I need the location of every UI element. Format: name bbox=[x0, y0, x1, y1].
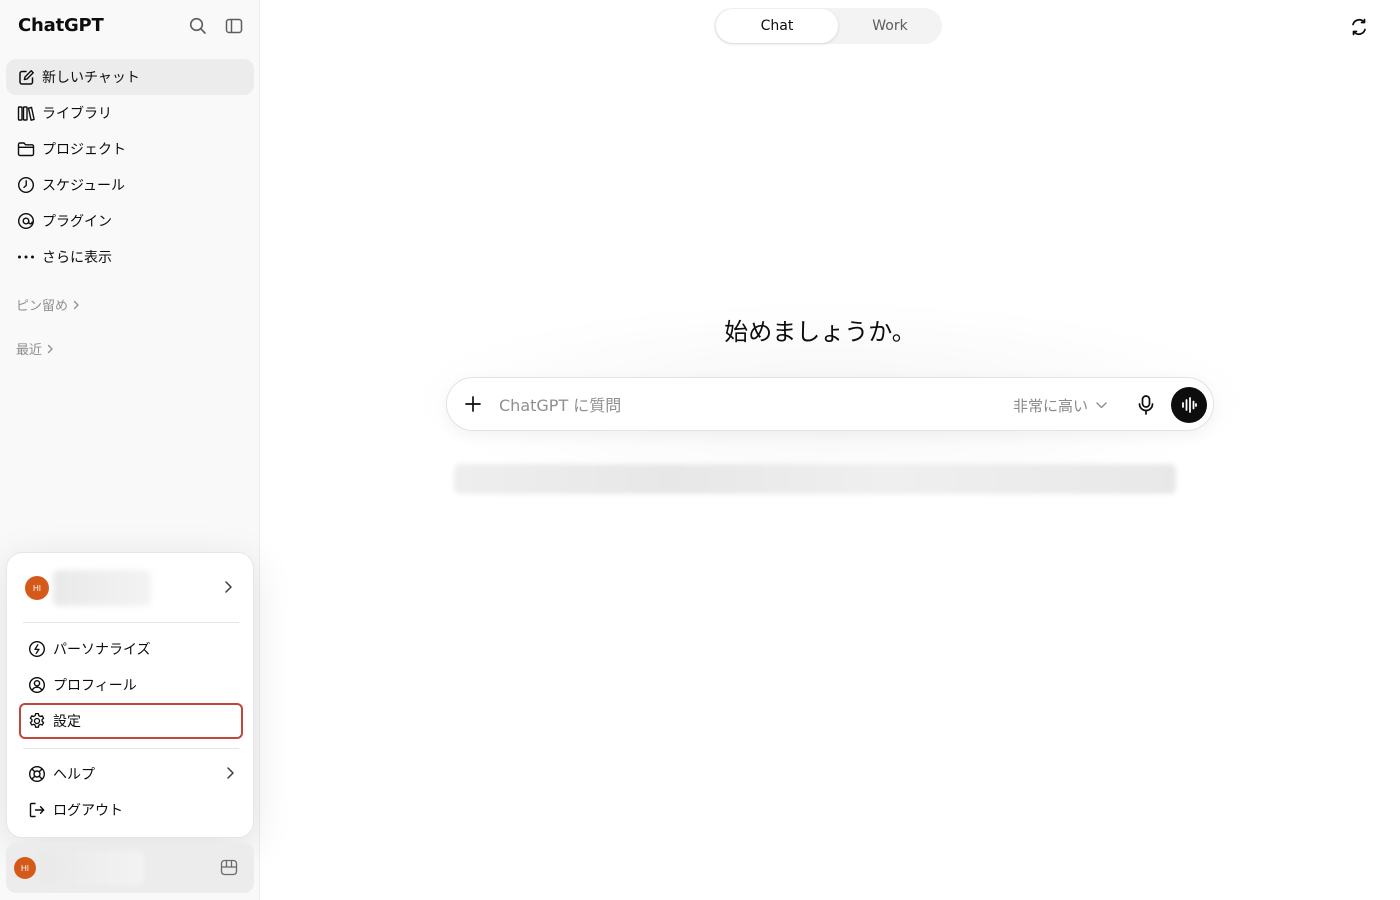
apps-icon[interactable] bbox=[220, 859, 238, 876]
refresh-icon[interactable] bbox=[1348, 16, 1370, 38]
disclaimer-redacted bbox=[454, 464, 1176, 494]
sidebar-item-label: スケジュール bbox=[42, 178, 126, 194]
pinned-section-label: ピン留め bbox=[16, 299, 69, 314]
sidebar-item-new-chat[interactable]: 新しいチャット bbox=[6, 59, 254, 95]
logout-icon bbox=[28, 801, 46, 819]
bottom-account-button[interactable]: HI bbox=[6, 843, 254, 893]
add-attachment-icon[interactable] bbox=[463, 394, 483, 414]
menu-item-label: プロフィール bbox=[53, 678, 137, 694]
more-icon bbox=[17, 248, 35, 266]
chevron-right-icon bbox=[224, 580, 233, 594]
recent-section-toggle[interactable]: 最近 bbox=[16, 339, 54, 358]
sidebar-nav: 新しいチャット ライブラリ プロジェクト スケジュール プラグイン さらに表示 bbox=[6, 59, 254, 275]
menu-item-personalize[interactable]: パーソナライズ bbox=[19, 631, 243, 667]
profile-icon bbox=[28, 676, 46, 694]
folder-icon bbox=[17, 140, 35, 158]
library-icon bbox=[17, 104, 35, 122]
sidebar-toggle-icon[interactable] bbox=[224, 16, 244, 36]
sidebar-item-label: 新しいチャット bbox=[42, 70, 140, 86]
waveform-icon bbox=[1180, 396, 1198, 414]
tab-work[interactable]: Work bbox=[840, 9, 940, 43]
pinned-section-toggle[interactable]: ピン留め bbox=[16, 295, 80, 314]
menu-item-logout[interactable]: ログアウト bbox=[19, 792, 243, 828]
sidebar-item-schedule[interactable]: スケジュール bbox=[6, 167, 254, 203]
sidebar-item-label: プラグイン bbox=[42, 214, 112, 230]
search-icon[interactable] bbox=[188, 16, 208, 36]
tab-chat[interactable]: Chat bbox=[716, 9, 838, 43]
menu-item-help[interactable]: ヘルプ bbox=[19, 756, 243, 792]
account-menu: HI パーソナライズ プロフィール 設定 ヘルプ ログアウト bbox=[6, 552, 254, 838]
page-title: 始めましょうか。 bbox=[724, 318, 916, 346]
sidebar-item-library[interactable]: ライブラリ bbox=[6, 95, 254, 131]
menu-item-label: パーソナライズ bbox=[53, 642, 151, 658]
chevron-right-icon bbox=[72, 300, 80, 310]
menu-item-label: ヘルプ bbox=[53, 767, 95, 783]
chevron-down-icon bbox=[1096, 401, 1107, 409]
sidebar: ChatGPT 新しいチャット ライブラリ プロジェクト スケジュール プラグイ… bbox=[0, 0, 260, 900]
model-selector[interactable]: 非常に高い bbox=[1013, 394, 1107, 416]
sidebar-item-label: さらに表示 bbox=[42, 250, 112, 266]
personalize-icon bbox=[28, 640, 46, 658]
brand-title: ChatGPT bbox=[18, 15, 104, 36]
menu-item-settings[interactable]: 設定 bbox=[19, 703, 243, 739]
account-name-redacted bbox=[53, 570, 151, 606]
help-icon bbox=[28, 765, 46, 783]
menu-divider bbox=[23, 748, 239, 749]
menu-item-profile[interactable]: プロフィール bbox=[19, 667, 243, 703]
avatar: HI bbox=[25, 576, 49, 600]
model-selector-label: 非常に高い bbox=[1013, 396, 1089, 415]
sidebar-item-label: ライブラリ bbox=[42, 106, 112, 122]
menu-divider bbox=[23, 622, 239, 623]
gear-icon bbox=[28, 712, 46, 730]
prompt-input[interactable] bbox=[499, 392, 969, 418]
account-name-redacted bbox=[40, 851, 144, 885]
menu-item-label: 設定 bbox=[53, 714, 81, 730]
plugin-icon bbox=[17, 212, 35, 230]
account-switcher[interactable]: HI bbox=[7, 561, 253, 615]
avatar: HI bbox=[14, 857, 36, 879]
mode-toggle: Chat Work bbox=[714, 8, 942, 44]
chevron-right-icon bbox=[226, 766, 235, 780]
recent-section-label: 最近 bbox=[16, 343, 43, 358]
sidebar-item-plugins[interactable]: プラグイン bbox=[6, 203, 254, 239]
sidebar-item-more[interactable]: さらに表示 bbox=[6, 239, 254, 275]
clock-icon bbox=[17, 176, 35, 194]
voice-mode-button[interactable] bbox=[1171, 387, 1207, 423]
sidebar-header: ChatGPT bbox=[0, 0, 259, 52]
sidebar-item-projects[interactable]: プロジェクト bbox=[6, 131, 254, 167]
menu-item-label: ログアウト bbox=[53, 803, 123, 819]
composer: 非常に高い bbox=[446, 377, 1214, 431]
chevron-right-icon bbox=[46, 344, 54, 354]
edit-icon bbox=[17, 68, 35, 86]
microphone-icon[interactable] bbox=[1135, 393, 1157, 417]
sidebar-item-label: プロジェクト bbox=[42, 142, 126, 158]
